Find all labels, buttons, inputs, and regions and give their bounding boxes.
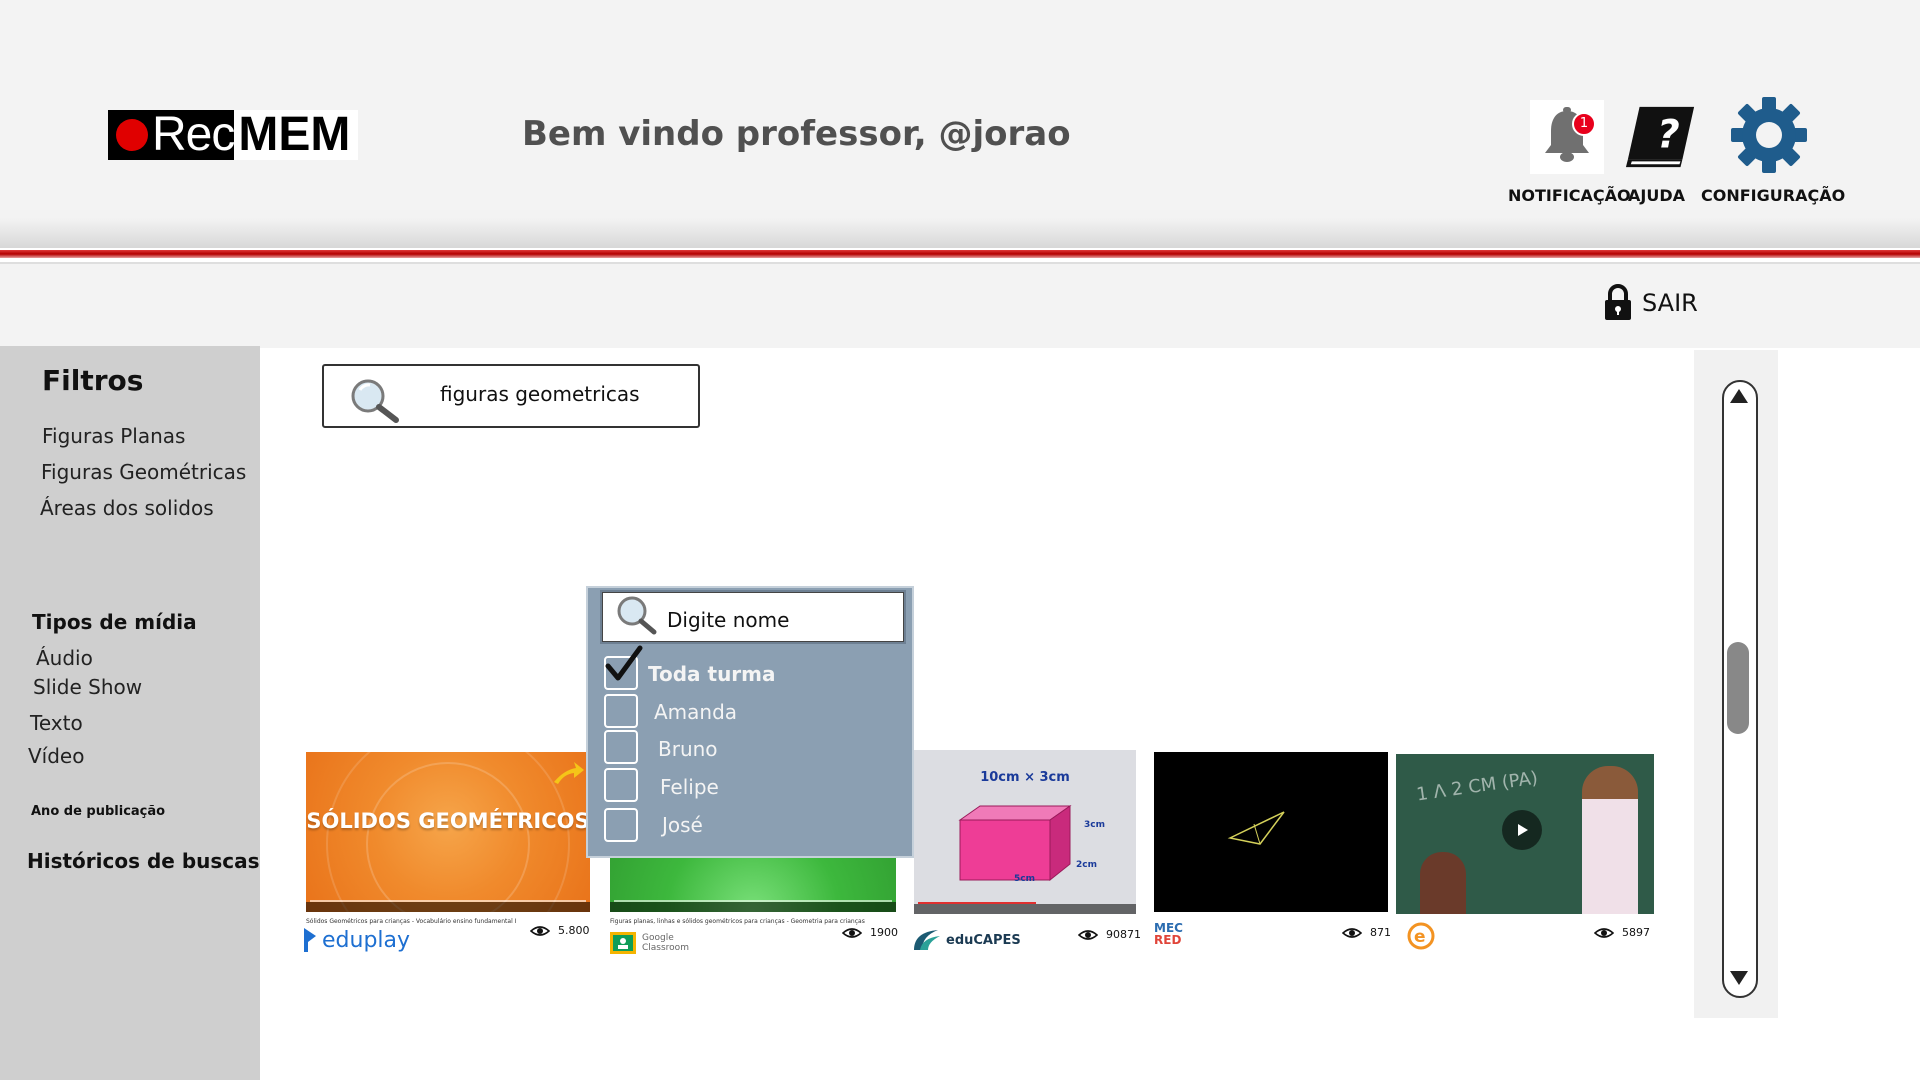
checkbox-bruno[interactable] — [604, 730, 638, 764]
scroll-down-icon[interactable] — [1729, 970, 1749, 986]
search-icon — [617, 596, 657, 635]
media-item-audio[interactable]: Áudio — [36, 646, 93, 670]
help-book-icon: ? — [1625, 106, 1695, 168]
source-e-logo[interactable]: e — [1404, 920, 1438, 957]
eye-icon — [842, 927, 862, 938]
student-option-label[interactable]: Amanda — [654, 700, 737, 724]
source-name-line2: Classroom — [642, 943, 689, 953]
checkbox-jose[interactable] — [604, 808, 638, 842]
source-name: eduplay — [322, 927, 411, 953]
student-option-label[interactable]: José — [662, 813, 703, 837]
recmem-logo[interactable]: Rec MEM — [108, 108, 359, 161]
view-count-value: 871 — [1370, 926, 1391, 939]
dim-label: 2cm — [1076, 860, 1097, 870]
view-count-value: 1900 — [870, 926, 898, 939]
header-divider — [0, 250, 1920, 258]
video-thumbnail[interactable]: 1 Λ 2 CM (PA) — [1396, 754, 1654, 914]
settings-button[interactable] — [1730, 96, 1808, 174]
video-thumbnail[interactable]: SÓLIDOS GEOMÉTRICOS — [306, 752, 590, 912]
google-classroom-icon — [610, 932, 636, 954]
view-count-value: 90871 — [1106, 928, 1141, 941]
source-mecred[interactable]: MEC RED — [1154, 922, 1183, 946]
dim-label: 5cm — [1014, 874, 1035, 884]
checkbox-felipe[interactable] — [604, 768, 638, 802]
scrollbar-thumb[interactable] — [1727, 642, 1749, 734]
e-logo-icon: e — [1407, 922, 1435, 950]
video-thumb-label: 10cm × 3cm — [980, 770, 1070, 785]
video-thumbnail[interactable]: 10cm × 3cm 3cm 2cm 5cm — [914, 750, 1136, 914]
media-item-texto[interactable]: Texto — [30, 711, 83, 735]
filters-title: Filtros — [42, 364, 144, 397]
settings-label: CONFIGURAÇÃO — [1701, 186, 1846, 205]
help-button[interactable]: ? — [1624, 100, 1698, 174]
checkbox-amanda[interactable] — [604, 694, 638, 728]
student-option-label[interactable]: Bruno — [658, 737, 718, 761]
student-option-label[interactable]: Toda turma — [648, 662, 776, 686]
media-item-video[interactable]: Vídeo — [28, 744, 84, 768]
welcome-message: Bem vindo professor, @jorao — [522, 114, 1071, 154]
logo-mem-text: MEM — [238, 108, 351, 161]
notification-badge: 1 — [1572, 112, 1596, 136]
eye-icon — [1594, 927, 1614, 938]
view-count-value: 5897 — [1622, 926, 1650, 939]
view-count: 871 — [1342, 926, 1391, 939]
gear-icon — [1731, 97, 1807, 173]
help-label: AJUDA — [1628, 186, 1685, 205]
view-count: 5897 — [1594, 926, 1650, 939]
play-button[interactable] — [1502, 810, 1542, 850]
arrow-icon — [554, 762, 584, 784]
scroll-up-icon[interactable] — [1729, 388, 1749, 404]
header-shadow — [0, 218, 1920, 248]
svg-text:?: ? — [1657, 113, 1680, 158]
play-icon — [1518, 824, 1528, 836]
educapes-logo-icon — [914, 930, 940, 950]
source-eduplay[interactable]: eduplay — [302, 926, 410, 954]
view-count-value: 5.800 — [558, 924, 590, 937]
student-search-input[interactable]: Digite nome — [667, 608, 789, 632]
video-caption: Figuras planas, linhas e sólidos geométr… — [610, 918, 865, 925]
svg-text:e: e — [1414, 927, 1426, 947]
source-name-line1: Google — [642, 933, 674, 943]
video-thumbnail[interactable] — [1154, 752, 1388, 912]
lock-icon — [1605, 284, 1631, 320]
teacher-figure — [1582, 766, 1638, 914]
source-name-line2: RED — [1154, 933, 1182, 947]
publication-year-title[interactable]: Ano de publicação — [31, 804, 165, 819]
media-item-slideshow[interactable]: Slide Show — [33, 675, 142, 699]
logo-rec-text: Rec — [152, 108, 235, 161]
media-types-title: Tipos de mídia — [32, 610, 197, 634]
dim-label: 3cm — [1084, 820, 1105, 830]
search-icon — [351, 379, 399, 423]
notification-button[interactable]: 1 — [1530, 100, 1604, 174]
source-google-classroom[interactable]: Google Classroom — [610, 932, 689, 954]
student-figure — [1420, 852, 1466, 914]
view-count: 5.800 — [530, 924, 590, 937]
view-count: 90871 — [1078, 928, 1141, 941]
eye-icon — [530, 925, 550, 936]
student-option-label[interactable]: Felipe — [660, 775, 719, 799]
logout-button[interactable]: SAIR — [1604, 284, 1698, 322]
filter-item-areas-solidos[interactable]: Áreas dos solidos — [40, 496, 214, 520]
checkmark-icon — [605, 645, 643, 681]
source-educapes[interactable]: eduCAPES — [912, 928, 1021, 952]
source-name: eduCAPES — [946, 932, 1021, 948]
logo-record-dot — [116, 119, 148, 151]
eye-icon — [1078, 929, 1098, 940]
logout-label: SAIR — [1642, 289, 1698, 317]
view-count: 1900 — [842, 926, 898, 939]
filter-item-figuras-planas[interactable]: Figuras Planas — [42, 424, 185, 448]
eduplay-logo-icon — [304, 928, 316, 952]
notification-label: NOTIFICAÇÃO — [1508, 186, 1631, 205]
triangle-sketch — [1227, 811, 1285, 845]
eye-icon — [1342, 927, 1362, 938]
search-input[interactable]: figuras geometricas — [440, 382, 640, 406]
chalkboard-text: 1 Λ 2 CM (PA) — [1415, 767, 1540, 806]
video-thumb-title: SÓLIDOS GEOMÉTRICOS — [306, 809, 590, 833]
filter-item-figuras-geometricas[interactable]: Figuras Geométricas — [41, 460, 246, 484]
search-history-title[interactable]: Históricos de buscas — [27, 849, 260, 873]
